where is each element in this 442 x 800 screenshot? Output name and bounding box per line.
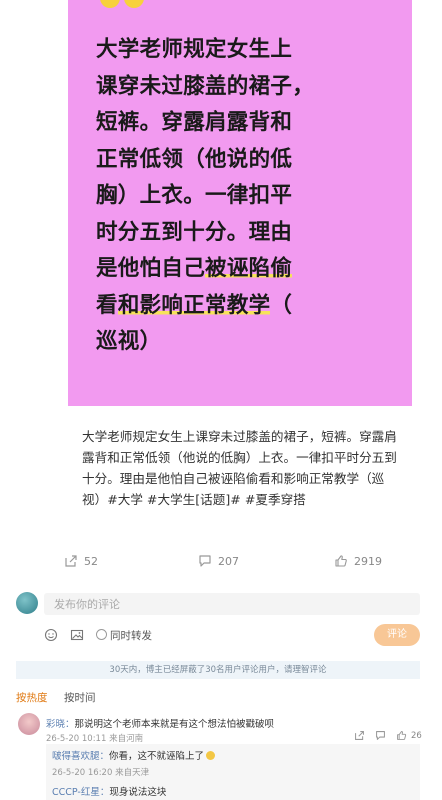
caption-area: 大学老师规定女生上课穿未过膝盖的裙子，短裤。穿露肩露背和正常低领（他说的低胸）上… <box>68 406 412 536</box>
emoji-icon[interactable] <box>44 628 58 642</box>
share-button[interactable]: 52 <box>64 554 98 568</box>
repost-checkbox[interactable] <box>96 629 107 640</box>
image-line-plain: （ <box>270 292 293 318</box>
tab-sort-time[interactable]: 按时间 <box>64 690 96 705</box>
image-line: 短裤。穿露肩露背和 <box>96 110 293 135</box>
image-text: 大学老师规定女生上 课穿未过膝盖的裙子， 短裤。穿露肩露背和 正常低领（他说的低… <box>96 32 396 361</box>
emoji-icon <box>206 751 216 760</box>
image-line: 正常低领（他说的低 <box>96 146 293 172</box>
image-line: 时分五到十分。理由 <box>96 219 293 245</box>
reply-user[interactable]: CCCP-红星： <box>52 787 109 798</box>
comment-like-count: 26 <box>411 730 422 741</box>
image-line: 看和影响正常教学（ <box>96 288 396 325</box>
image-line-plain: 看 <box>96 292 118 318</box>
post-image[interactable]: 大学老师规定女生上 课穿未过膝盖的裙子， 短裤。穿露肩露背和 正常低领（他说的低… <box>68 0 412 406</box>
repost-label: 同时转发 <box>110 630 152 642</box>
comment-icon <box>199 555 211 567</box>
share-icon <box>65 555 77 567</box>
image-line-plain: 是他怕自己 <box>96 256 206 281</box>
image-line: 课穿未过膝盖的裙子， <box>96 73 315 99</box>
submit-comment-button[interactable]: 评论 <box>374 624 420 646</box>
thumbs-up-icon[interactable] <box>396 730 407 741</box>
comment-line: 彩晓：那说明这个老师本来就是有这个想法怕被戳破呗 <box>46 716 274 730</box>
image-line: 巡视） <box>96 329 162 354</box>
reply-line: 啵得喜欢腿：你看，这不就诬陷上了 <box>52 748 216 762</box>
comment-notice: 30天内，博主已经屏蔽了30名用户评论用户，请理智评论 <box>16 661 420 679</box>
comment-button[interactable]: 207 <box>198 554 239 568</box>
image-icon[interactable] <box>70 628 84 642</box>
comment-input[interactable] <box>44 593 420 615</box>
reply-user[interactable]: 啵得喜欢腿： <box>52 751 109 762</box>
image-line: 大学老师规定女生上 <box>96 37 293 62</box>
comment-meta: 26-5-20 10:11 来自河南 <box>46 734 144 744</box>
reply-text: 现身说法这块 <box>109 787 167 798</box>
like-count: 2919 <box>354 554 382 568</box>
comment-user[interactable]: 彩晓： <box>46 719 75 730</box>
comment-text: 那说明这个老师本来就是有这个想法怕被戳破呗 <box>74 719 275 730</box>
action-bar: 52 207 2919 <box>0 548 442 578</box>
comment-count: 207 <box>218 554 239 568</box>
emoji-icon <box>124 0 144 8</box>
share-count: 52 <box>84 554 98 568</box>
reply-text: 你看，这不就诬陷上了 <box>109 751 205 762</box>
comment-actions: 26 <box>354 730 422 741</box>
tab-sort-hot[interactable]: 按热度 <box>16 690 48 705</box>
image-line: 胸）上衣。一律扣平 <box>96 183 293 208</box>
post-caption: 大学老师规定女生上课穿未过膝盖的裙子，短裤。穿露肩露背和正常低领（他说的低胸）上… <box>82 429 397 507</box>
comment-icon[interactable] <box>375 730 386 741</box>
my-avatar[interactable] <box>16 592 38 614</box>
emoji-icon <box>100 0 120 8</box>
share-icon[interactable] <box>354 730 365 741</box>
reply-line: CCCP-红星：现身说法这块 <box>52 784 166 798</box>
image-line-highlight: 和影响正常教学 <box>117 292 271 318</box>
commenter-avatar[interactable] <box>18 713 40 735</box>
image-line: 是他怕自己被诬陷偷 <box>96 251 396 288</box>
like-button[interactable]: 2919 <box>334 554 382 568</box>
post-page: 大学老师规定女生上 课穿未过膝盖的裙子， 短裤。穿露肩露背和 正常低领（他说的低… <box>0 0 442 800</box>
reply-meta: 26-5-20 16:20 来自天津 <box>52 768 150 778</box>
image-line-highlight: 被诬陷偷 <box>205 256 293 281</box>
thumbs-up-icon <box>335 555 347 567</box>
